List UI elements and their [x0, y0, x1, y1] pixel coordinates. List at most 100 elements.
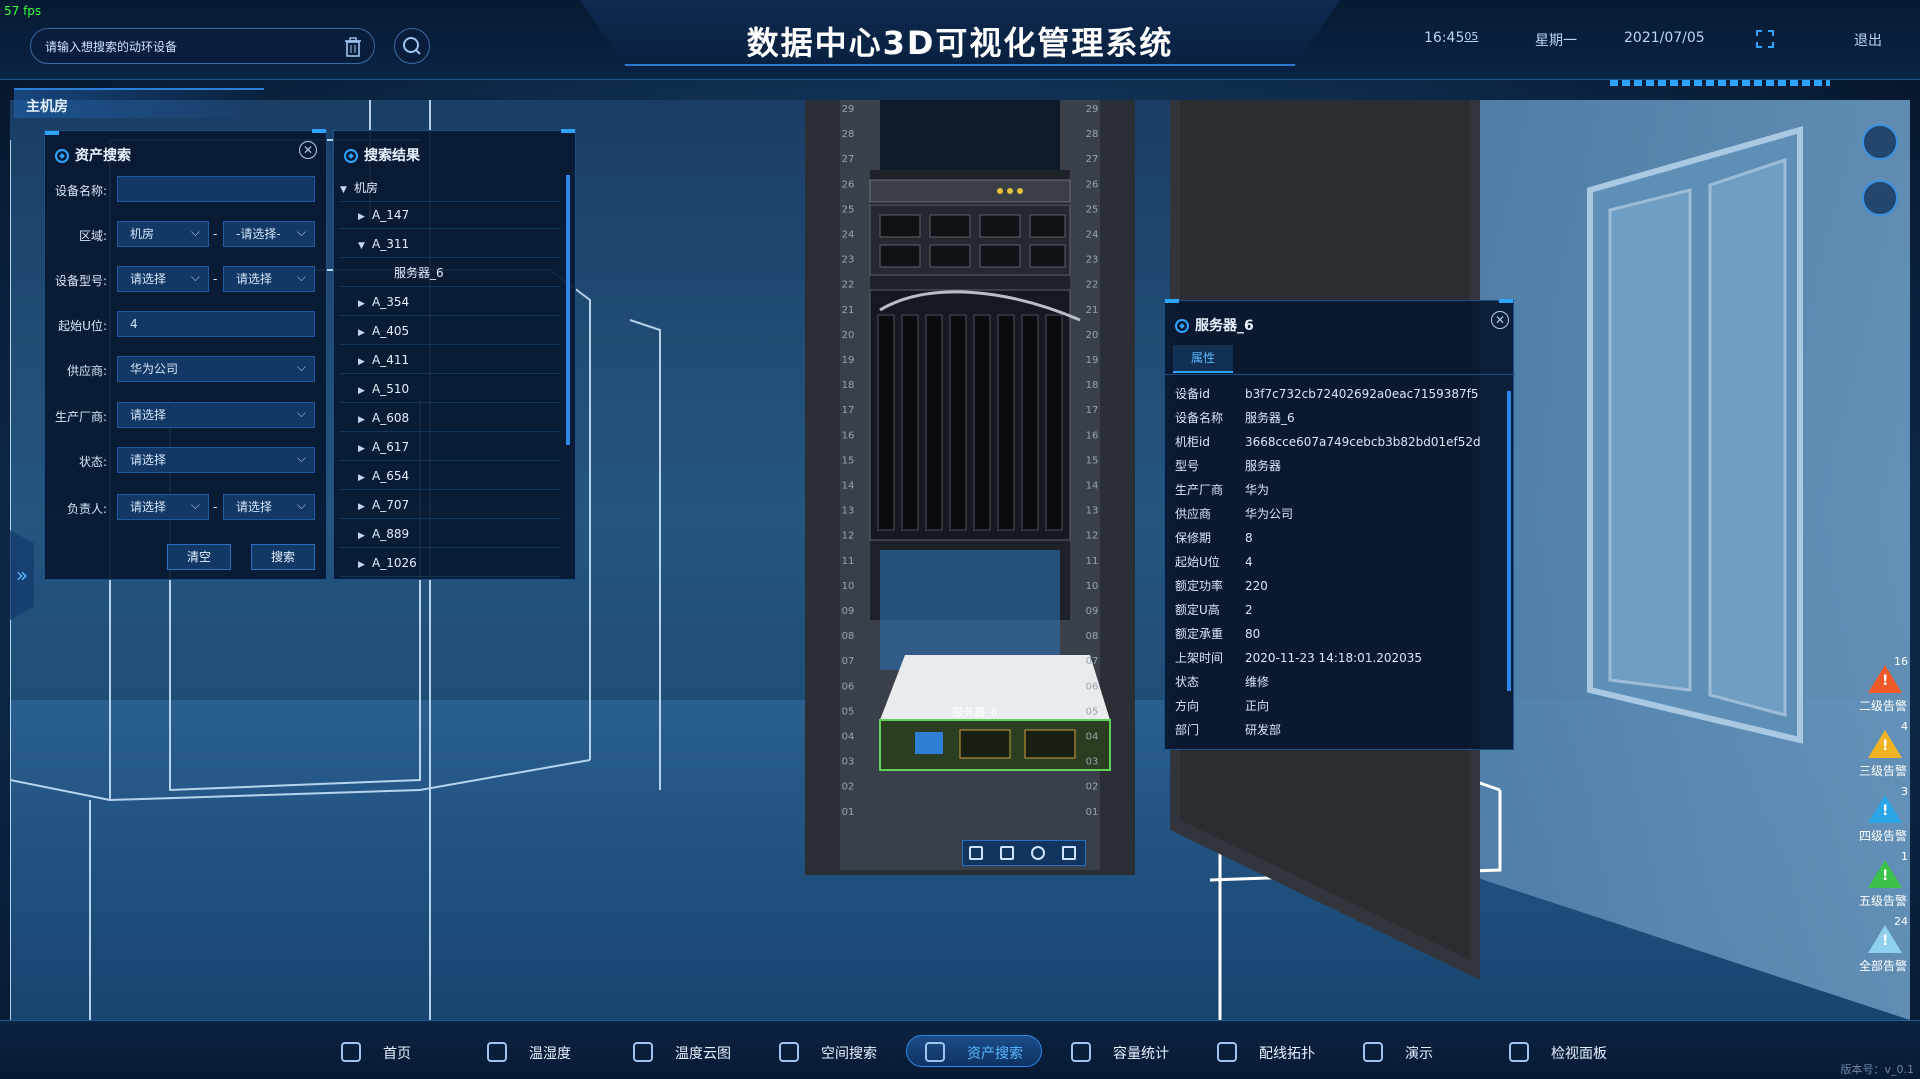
device-name-label: 设备名称:: [54, 184, 107, 198]
manufacturer-select[interactable]: 请选择: [117, 401, 315, 428]
property-row: 型号 服务器: [1175, 457, 1281, 474]
app-root: 29 28 27 26 25 24 23 22 21 20 19 18 17 16 15 14 13 12 11 10…: [0, 0, 1920, 1079]
tree-root[interactable]: ▼ 机房: [340, 175, 560, 202]
property-key: 额定承重: [1175, 627, 1224, 641]
nav-item[interactable]: 演示: [1344, 1035, 1480, 1067]
device-name-input[interactable]: [117, 176, 315, 202]
tree-item[interactable]: ▶ A_617: [340, 434, 560, 461]
nav-item[interactable]: 配线拓扑: [1198, 1035, 1334, 1067]
close-icon[interactable]: ✕: [299, 141, 317, 159]
tree-item[interactable]: ▶ A_510: [340, 376, 560, 403]
owner-sub-select[interactable]: 请选择: [223, 493, 315, 520]
model-dash: -: [213, 272, 218, 286]
property-list: 设备id b3f7c732cb72402692a0eac7159387f5 设备名称…: [1165, 385, 1505, 747]
rack-u-number: 10: [1086, 581, 1099, 592]
start-u-input[interactable]: 4: [117, 311, 315, 337]
property-row: 机柜id 3668cce607a749cebcb3b82bd01ef52d: [1175, 433, 1481, 450]
asset-search-icon: [925, 1042, 945, 1062]
property-row: 状态 维修: [1175, 673, 1269, 690]
rack-u-number: 04: [842, 732, 855, 743]
rack-u-number: 17: [1086, 405, 1099, 416]
tree-item[interactable]: ▶ A_147: [340, 202, 560, 229]
property-key: 供应商: [1175, 507, 1212, 521]
rack-u-number: 02: [1086, 782, 1099, 793]
caret-down-icon: ▼: [358, 241, 365, 251]
rack-u-number: 01: [1086, 807, 1099, 818]
rack-u-number: 21: [1086, 305, 1099, 316]
room-tab[interactable]: 主机房: [14, 88, 264, 118]
tree-item[interactable]: ▶ A_654: [340, 463, 560, 490]
nav-item[interactable]: 资产搜索: [906, 1035, 1042, 1067]
alarm-item[interactable]: 1 五级告警: [1856, 850, 1910, 910]
tree-item[interactable]: ▶ A_1026: [340, 550, 560, 577]
settings-view-icon[interactable]: [1862, 180, 1898, 216]
tree-item-child[interactable]: 服务器_6: [340, 260, 560, 287]
nav-item-label: 资产搜索: [967, 1046, 1023, 1062]
tree-item[interactable]: ▶ A_405: [340, 318, 560, 345]
owner-select[interactable]: 请选择: [117, 493, 209, 520]
supplier-label: 供应商:: [66, 364, 107, 378]
model-select[interactable]: 请选择: [117, 265, 209, 292]
property-row: 供应商 华为公司: [1175, 505, 1293, 522]
clear-button[interactable]: 清空: [167, 544, 231, 570]
tree-item[interactable]: ▶ A_889: [340, 521, 560, 548]
caret-right-icon: ▶: [358, 473, 365, 483]
alarm-item[interactable]: 16 二级告警: [1856, 655, 1910, 715]
tree-item[interactable]: ▶ A_411: [340, 347, 560, 374]
model-sub-select[interactable]: 请选择: [223, 265, 315, 292]
rack-u-number: 20: [842, 330, 855, 341]
nav-item[interactable]: 检视面板: [1490, 1035, 1626, 1067]
logout-button[interactable]: 退出: [1854, 30, 1882, 50]
version-label: 版本号：v_0.1: [1840, 1063, 1914, 1076]
detail-scrollbar[interactable]: [1507, 391, 1511, 691]
expand-sidebar-button[interactable]: »: [10, 530, 34, 620]
alarm-count: 1: [1901, 850, 1908, 863]
nav-item[interactable]: 首页: [322, 1035, 458, 1067]
delete-icon[interactable]: [1062, 846, 1076, 860]
edit-icon[interactable]: [1000, 846, 1014, 860]
close-icon[interactable]: ✕: [1491, 311, 1509, 329]
status-select[interactable]: 请选择: [117, 446, 315, 473]
save-icon[interactable]: [969, 846, 983, 860]
rack-u-number: 07: [1086, 656, 1099, 667]
alarm-label: 二级告警: [1858, 699, 1907, 713]
nav-item[interactable]: 空间搜索: [760, 1035, 896, 1067]
rack-u-number: 05: [842, 706, 855, 717]
tree-item[interactable]: ▶ A_707: [340, 492, 560, 519]
alarm-item[interactable]: 4 三级告警: [1856, 720, 1910, 780]
rack-u-number: 19: [1086, 355, 1099, 366]
fullscreen-icon[interactable]: [1756, 30, 1774, 48]
rack-u-number: 24: [1086, 230, 1099, 241]
nav-item-label: 配线拓扑: [1259, 1046, 1315, 1062]
rack-u-number: 04: [1086, 732, 1099, 743]
nav-item[interactable]: 温度云图: [614, 1035, 750, 1067]
alarm-item[interactable]: 24 全部告警: [1856, 915, 1910, 975]
tree-item[interactable]: ▼ A_311: [340, 231, 560, 258]
rack-u-number: 20: [1086, 330, 1099, 341]
tab-properties[interactable]: 属性: [1173, 345, 1233, 373]
manufacturer-label: 生产厂商:: [54, 410, 107, 424]
area-sub-select[interactable]: -请选择-: [223, 220, 315, 247]
tree-item[interactable]: ▶ A_608: [340, 405, 560, 432]
nav-item[interactable]: 容量统计: [1052, 1035, 1188, 1067]
rack-u-number: 16: [1086, 430, 1099, 441]
warning-icon: [1868, 730, 1902, 758]
area-select[interactable]: 机房: [117, 220, 209, 247]
tree-item[interactable]: ▶ A_354: [340, 289, 560, 316]
rack-u-number: 29: [842, 104, 855, 115]
nav-item-label: 温度云图: [675, 1046, 731, 1062]
rack-u-number: 09: [842, 606, 855, 617]
results-scrollbar[interactable]: [566, 175, 570, 445]
search-submit-button[interactable]: 搜索: [251, 544, 315, 570]
tree-item-label: A_608: [372, 411, 410, 425]
alarm-count: 16: [1894, 655, 1908, 668]
alarm-label: 全部告警: [1858, 959, 1907, 973]
glass-door: [1587, 126, 1803, 744]
camera-icon[interactable]: [1031, 846, 1045, 860]
supplier-select[interactable]: 华为公司: [117, 355, 315, 382]
alarm-item[interactable]: 3 四级告警: [1856, 785, 1910, 845]
nav-item[interactable]: 温湿度: [468, 1035, 604, 1067]
model-label: 设备型号:: [54, 274, 107, 288]
caret-right-icon: ▶: [358, 415, 365, 425]
cube-view-icon[interactable]: [1862, 124, 1898, 160]
